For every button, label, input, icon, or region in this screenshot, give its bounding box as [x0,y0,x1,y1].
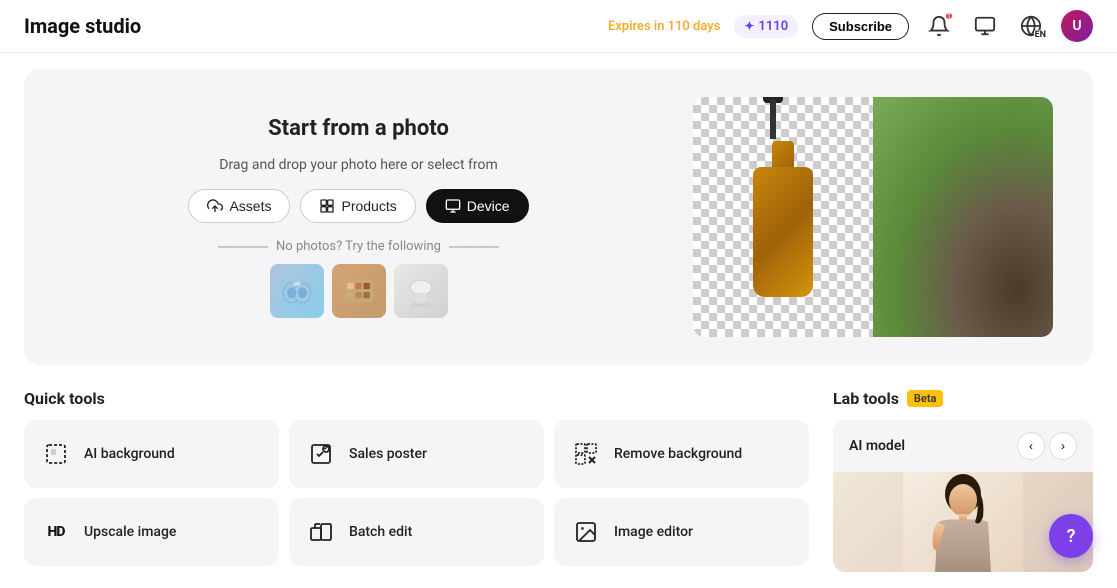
image-editor-icon [570,516,602,548]
sales-poster-label: Sales poster [349,446,427,462]
notification-dot: 1 [945,12,953,20]
monitor-icon [445,198,461,214]
expires-text: Expires in 110 days [608,19,720,34]
batch-edit-card[interactable]: Batch edit [289,498,544,566]
chair-image [403,273,439,309]
language-label: EN [1034,30,1047,40]
app-logo: Image studio [24,14,141,38]
batch-edit-label: Batch edit [349,524,412,540]
upload-preview [693,97,1053,337]
help-button[interactable]: ? [1049,514,1093,558]
app-header: Image studio Expires in 110 days ✦ 1110 … [0,0,1117,53]
earbuds-image [279,273,315,309]
ai-background-card[interactable]: AI background [24,420,279,488]
products-label: Products [341,198,396,214]
orders-icon [974,15,996,37]
products-icon [319,198,335,214]
ai-model-figure [903,472,1023,572]
ai-background-icon [40,438,72,470]
sample-palette[interactable] [332,264,386,318]
image-editor-label: Image editor [614,524,693,540]
lab-title-row: Lab tools Beta [833,389,1093,408]
credits-value: 1110 [758,19,788,34]
device-button[interactable]: Device [426,189,529,223]
star-icon: ✦ [744,19,754,33]
notifications-button[interactable]: 1 [923,10,955,42]
quick-tools-panel: Quick tools AI background [24,389,809,572]
upscale-image-card[interactable]: HD Upscale image [24,498,279,566]
subscribe-button[interactable]: Subscribe [812,13,909,40]
bottle-neck [772,141,794,169]
sales-poster-icon [305,438,337,470]
preview-nature-bg [873,97,1053,337]
remove-background-icon [570,438,602,470]
upload-title: Start from a photo [268,116,449,141]
sales-poster-card[interactable]: Sales poster [289,420,544,488]
nav-next-button[interactable]: › [1049,432,1077,460]
main-content: Start from a photo Drag and drop your ph… [0,53,1117,588]
cloud-icon [207,198,223,214]
upload-source-buttons: Assets Products [188,189,528,223]
batch-edit-icon [305,516,337,548]
credits-badge[interactable]: ✦ 1110 [734,15,798,38]
image-editor-card[interactable]: Image editor [554,498,809,566]
tools-grid: AI background Sales poster [24,420,809,566]
assets-button[interactable]: Assets [188,189,290,223]
remove-background-card[interactable]: Remove background [554,420,809,488]
bottle-dropper-stem [770,99,776,139]
bottle-body [753,167,813,297]
sample-chair[interactable] [394,264,448,318]
ai-model-title: AI model [849,438,905,454]
help-icon: ? [1067,526,1076,547]
ai-background-label: AI background [84,446,175,462]
products-button[interactable]: Products [300,189,415,223]
header-actions: Expires in 110 days ✦ 1110 Subscribe 1 [608,10,1093,42]
upscale-icon: HD [40,516,72,548]
upload-left-panel: Start from a photo Drag and drop your ph… [64,116,653,318]
language-button[interactable]: EN [1015,10,1047,42]
try-label: No photos? Try the following [218,239,499,254]
orders-button[interactable] [969,10,1001,42]
ai-model-header: AI model ‹ › [833,420,1093,472]
sample-images [270,264,448,318]
assets-label: Assets [229,198,271,214]
tools-section: Quick tools AI background [24,389,1093,572]
ai-model-nav: ‹ › [1017,432,1077,460]
quick-tools-title: Quick tools [24,389,809,408]
device-label: Device [467,198,510,214]
try-samples-section: No photos? Try the following [218,239,499,318]
user-avatar[interactable]: U [1061,10,1093,42]
upload-card: Start from a photo Drag and drop your ph… [24,69,1093,365]
remove-background-label: Remove background [614,446,742,462]
beta-badge: Beta [907,390,944,407]
product-bottle [743,137,823,297]
preview-transparent-bg [693,97,873,337]
lab-tools-title: Lab tools [833,389,899,408]
nav-prev-button[interactable]: ‹ [1017,432,1045,460]
palette-image [341,273,377,309]
sample-earbuds[interactable] [270,264,324,318]
upscale-label: Upscale image [84,524,176,540]
upload-subtitle: Drag and drop your photo here or select … [219,157,497,173]
